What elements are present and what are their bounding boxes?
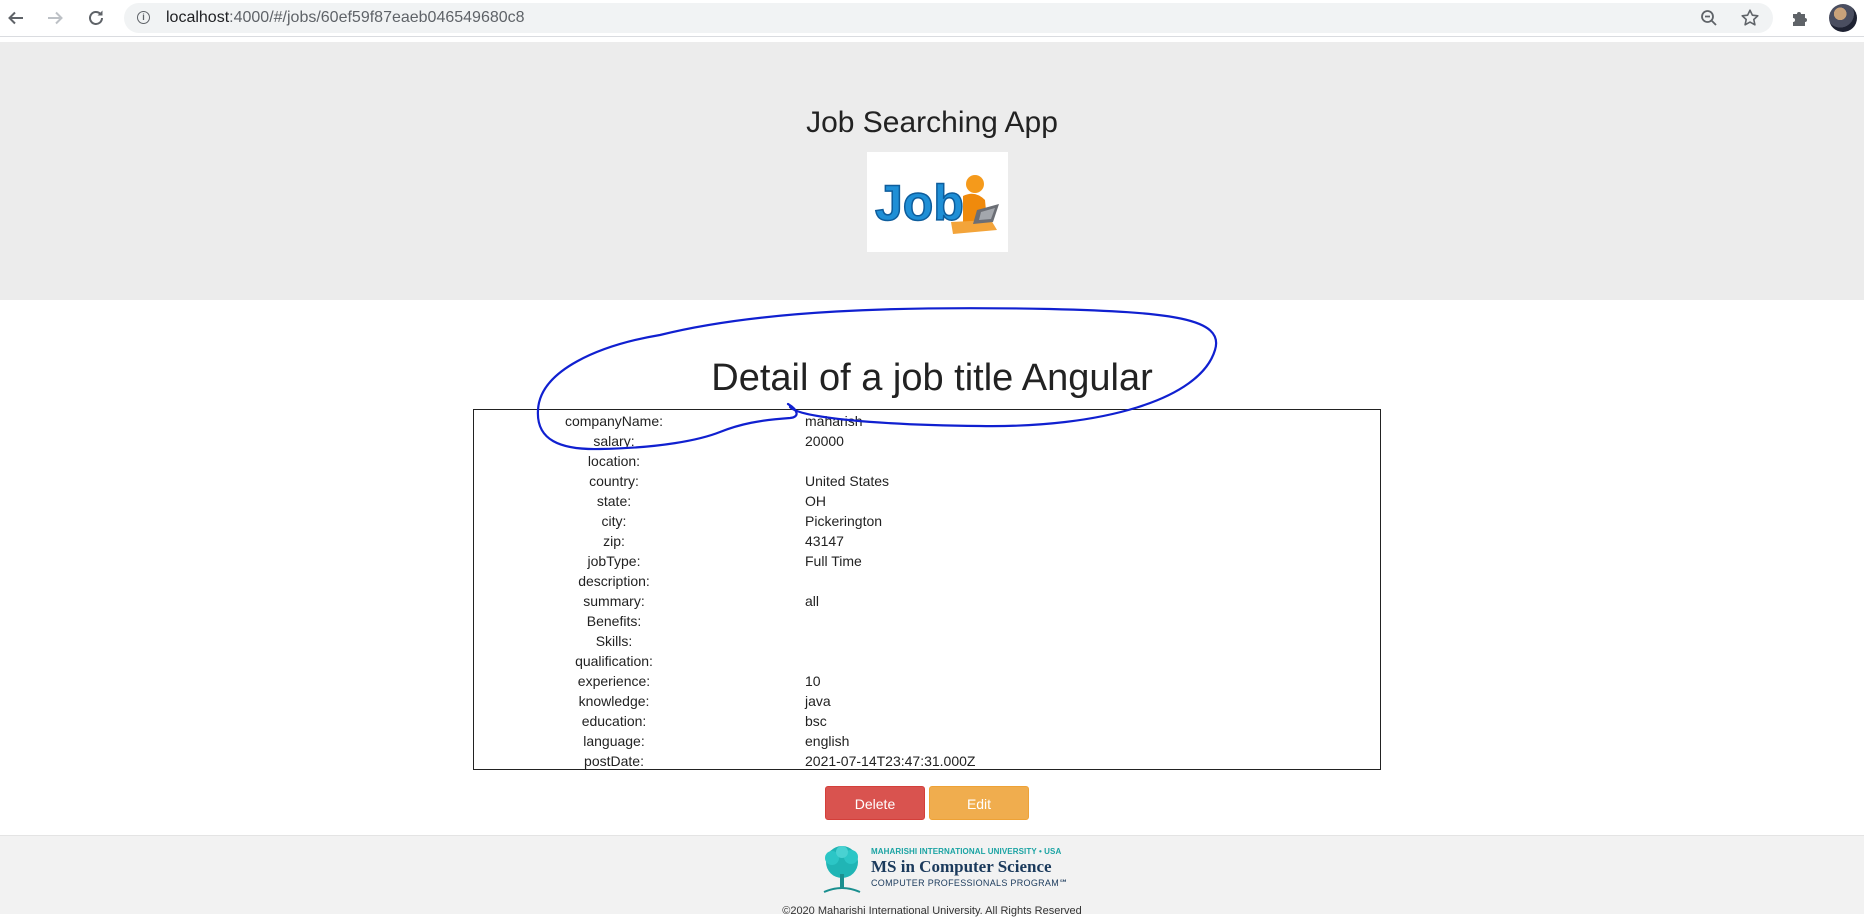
star-icon[interactable]: [1738, 6, 1762, 30]
logo-text: Job: [875, 175, 964, 231]
footer-program: MS in Computer Science: [871, 857, 1052, 876]
page-title: Detail of a job title Angular: [711, 357, 1153, 399]
detail-row: state: OH: [474, 491, 1380, 511]
back-arrow-icon[interactable]: [2, 4, 30, 32]
detail-row: salary: 20000: [474, 431, 1380, 451]
browser-toolbar: i localhost:4000/#/jobs/60ef59f87eaeb046…: [0, 0, 1864, 37]
field-label: Benefits:: [586, 613, 642, 629]
field-label: description:: [578, 573, 650, 589]
detail-row: companyName: maharish: [474, 411, 1380, 431]
footer-program-sub: COMPUTER PROFESSIONALS PROGRAM℠: [871, 878, 1069, 888]
field-label: location:: [587, 453, 641, 469]
footer-university: MAHARISHI INTERNATIONAL UNIVERSITY • USA: [871, 847, 1062, 856]
field-label: qualification:: [575, 653, 653, 669]
avatar[interactable]: [1829, 4, 1857, 32]
field-value: english: [805, 733, 850, 749]
field-label: Skills:: [595, 633, 633, 649]
detail-row: knowledge: java: [474, 691, 1380, 711]
detail-row: country: United States: [474, 471, 1380, 491]
job-detail-table: companyName: maharish salary: 20000 locati…: [473, 409, 1381, 770]
detail-row: postDate: 2021-07-14T23:47:31.000Z: [474, 751, 1380, 771]
field-label: knowledge:: [578, 693, 650, 709]
field-label: companyName:: [564, 413, 664, 429]
job-logo-image: Job: [867, 152, 1008, 252]
app-header: Job Searching App Job: [0, 42, 1864, 300]
forward-arrow-icon[interactable]: [41, 4, 69, 32]
detail-row: zip: 43147: [474, 531, 1380, 551]
field-label: experience:: [577, 673, 651, 689]
field-value: java: [805, 693, 831, 709]
edit-button[interactable]: Edit: [929, 786, 1029, 820]
field-value: Pickerington: [805, 513, 883, 529]
field-value: 10: [805, 673, 821, 689]
puzzle-icon[interactable]: [1788, 6, 1812, 30]
field-label: postDate:: [584, 753, 644, 769]
detail-row: summary: all: [474, 591, 1380, 611]
detail-row: qualification:: [474, 651, 1380, 671]
field-value: OH: [805, 493, 826, 509]
detail-row: Skills:: [474, 631, 1380, 651]
field-value: bsc: [805, 713, 827, 729]
field-value: Full Time: [805, 553, 862, 569]
detail-row: description:: [474, 571, 1380, 591]
app-title: Job Searching App: [806, 106, 1058, 139]
detail-row: language: english: [474, 731, 1380, 751]
field-label: language:: [583, 733, 645, 749]
detail-row: Benefits:: [474, 611, 1380, 631]
field-value: 20000: [805, 433, 844, 449]
detail-row: location:: [474, 451, 1380, 471]
reload-icon[interactable]: [82, 4, 110, 32]
footer: MAHARISHI INTERNATIONAL UNIVERSITY • USA…: [0, 835, 1864, 917]
detail-row: city: Pickerington: [474, 511, 1380, 531]
field-label: zip:: [603, 533, 625, 549]
field-value: maharish: [805, 413, 863, 429]
field-label: education:: [581, 713, 647, 729]
field-value: all: [805, 593, 820, 609]
url-text[interactable]: localhost:4000/#/jobs/60ef59f87eaeb04654…: [166, 9, 525, 27]
zoom-out-icon[interactable]: [1697, 6, 1721, 30]
field-label: country:: [589, 473, 639, 489]
university-logo: MAHARISHI INTERNATIONAL UNIVERSITY • USA…: [818, 844, 1068, 900]
field-value: United States: [805, 473, 890, 489]
field-value: 2021-07-14T23:47:31.000Z: [805, 753, 976, 769]
delete-button[interactable]: Delete: [825, 786, 925, 820]
field-label: city:: [601, 513, 627, 529]
tree-icon: [823, 846, 861, 893]
detail-row: education: bsc: [474, 711, 1380, 731]
info-icon[interactable]: i: [137, 11, 150, 24]
field-label: state:: [596, 493, 632, 509]
field-label: jobType:: [587, 553, 641, 569]
copyright-text: ©2020 Maharishi International University…: [782, 905, 1082, 917]
address-bar[interactable]: i localhost:4000/#/jobs/60ef59f87eaeb046…: [124, 3, 1773, 33]
field-label: salary:: [593, 433, 635, 449]
field-label: summary:: [583, 593, 645, 609]
detail-row: jobType: Full Time: [474, 551, 1380, 571]
field-value: 43147: [805, 533, 844, 549]
detail-row: experience: 10: [474, 671, 1380, 691]
